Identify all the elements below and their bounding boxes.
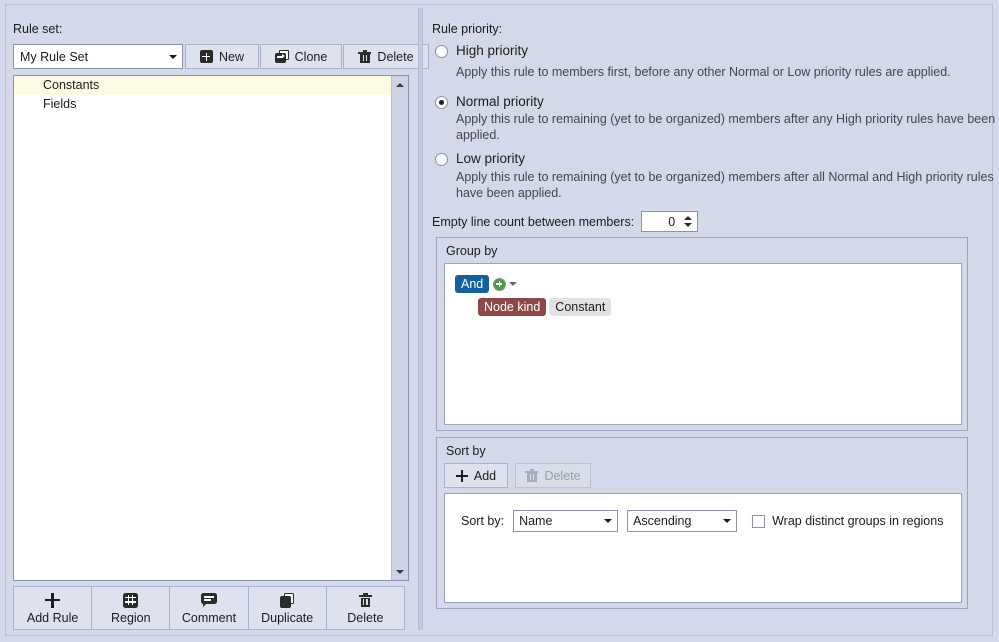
radio-icon[interactable]	[435, 96, 448, 109]
sort-field-combo[interactable]: Name	[513, 510, 619, 532]
rule-set-panel: Rule set: My Rule Set New Clone Delete C…	[9, 8, 429, 630]
delete-rule-set-button[interactable]: Delete	[343, 44, 429, 69]
add-condition-button[interactable]	[493, 275, 517, 293]
radio-normal-priority-description: Apply this rule to remaining (yet to be …	[456, 112, 996, 142]
new-rule-set-label: New	[218, 49, 244, 64]
region-label: Region	[110, 610, 151, 625]
duplicate-icon	[280, 592, 295, 609]
trash-icon	[358, 592, 372, 609]
rule-editor-window: Rule set: My Rule Set New Clone Delete C…	[0, 0, 999, 642]
rule-set-combo[interactable]: My Rule Set	[13, 44, 183, 69]
add-rule-label: Add Rule	[26, 610, 79, 625]
rule-details-panel: Rule priority: High priority Apply this …	[428, 8, 995, 630]
radio-high-priority-description: Apply this rule to members first, before…	[456, 65, 951, 79]
comment-icon	[200, 592, 217, 609]
rules-list-scrollbar[interactable]	[391, 76, 408, 580]
empty-line-count-row: Empty line count between members: 0	[432, 211, 699, 232]
comment-button[interactable]: Comment	[169, 586, 249, 630]
empty-line-count-value: 0	[668, 214, 676, 229]
wrap-distinct-groups-checkbox-row[interactable]: Wrap distinct groups in regions	[752, 514, 943, 528]
scroll-up-icon[interactable]	[392, 76, 408, 93]
rules-toolbar: Add Rule Region Comment Duplicate Delete	[13, 586, 409, 630]
list-item[interactable]: Constants	[14, 76, 408, 95]
chevron-down-icon[interactable]	[509, 282, 517, 286]
panel-splitter[interactable]	[418, 8, 423, 630]
stepper-up-icon[interactable]	[683, 216, 692, 220]
delete-rule-button[interactable]: Delete	[325, 586, 405, 630]
sort-add-label: Add	[473, 468, 497, 483]
chevron-down-icon	[599, 511, 617, 531]
add-rule-button[interactable]: Add Rule	[13, 586, 93, 630]
radio-low-priority-description: Apply this rule to remaining (yet to be …	[456, 170, 994, 200]
duplicate-label: Duplicate	[261, 610, 314, 625]
clone-rule-set-label: Clone	[294, 49, 328, 64]
trash-icon	[358, 49, 372, 64]
clone-icon	[274, 50, 289, 63]
duplicate-button[interactable]: Duplicate	[247, 586, 327, 630]
plus-icon	[45, 592, 61, 609]
group-by-condition-row[interactable]: Node kind Constant	[478, 298, 612, 316]
delete-rule-label: Delete	[347, 610, 384, 625]
sort-by-panel: Sort by Add Delete Sort by: Name Ascendi…	[436, 437, 968, 609]
sort-delete-label: Delete	[544, 468, 581, 483]
group-by-title: Group by	[446, 244, 498, 258]
sort-delete-button: Delete	[515, 463, 591, 488]
radio-normal-priority-label: Normal priority	[456, 94, 544, 109]
radio-high-priority[interactable]: High priority	[435, 43, 528, 59]
region-icon	[123, 592, 139, 609]
stepper-arrows[interactable]	[680, 212, 697, 231]
sort-direction-combo[interactable]: Ascending	[627, 510, 738, 532]
comment-label: Comment	[181, 610, 237, 625]
sort-field-value: Name	[519, 514, 553, 528]
sort-by-title: Sort by	[446, 444, 486, 458]
rule-set-label: Rule set:	[13, 22, 63, 36]
region-button[interactable]: Region	[91, 586, 171, 630]
radio-normal-priority[interactable]: Normal priority	[435, 94, 544, 110]
wrap-distinct-groups-label: Wrap distinct groups in regions	[772, 514, 944, 528]
trash-icon	[525, 468, 539, 483]
group-by-panel: Group by And Node kind Constant	[436, 237, 968, 431]
sort-by-row: Sort by: Name Ascending Wrap distinct gr…	[461, 510, 943, 532]
stepper-down-icon[interactable]	[683, 223, 692, 227]
rule-set-combo-value: My Rule Set	[20, 49, 89, 64]
plus-icon	[455, 469, 468, 482]
sort-by-row-label: Sort by:	[461, 514, 505, 528]
radio-icon[interactable]	[435, 153, 448, 166]
clone-rule-set-button[interactable]: Clone	[260, 44, 342, 69]
radio-high-priority-label: High priority	[456, 43, 529, 58]
group-by-canvas[interactable]: And Node kind Constant	[444, 263, 962, 425]
group-by-condition-value[interactable]: Constant	[549, 298, 612, 316]
group-by-operator-chip[interactable]: And	[455, 275, 490, 293]
wrap-distinct-groups-checkbox[interactable]	[752, 514, 766, 528]
delete-rule-set-label: Delete	[377, 49, 414, 64]
radio-low-priority[interactable]: Low priority	[435, 151, 525, 167]
sort-add-button[interactable]: Add	[444, 463, 508, 488]
empty-line-count-label: Empty line count between members:	[432, 214, 635, 229]
sort-by-canvas[interactable]: Sort by: Name Ascending Wrap distinct gr…	[444, 493, 962, 603]
plus-circle-icon[interactable]	[493, 277, 506, 291]
rule-priority-label: Rule priority:	[432, 22, 503, 36]
radio-icon[interactable]	[435, 45, 448, 58]
radio-low-priority-label: Low priority	[456, 151, 526, 166]
chevron-down-icon	[718, 511, 736, 531]
rules-listbox[interactable]: Constants Fields	[13, 75, 409, 581]
group-by-condition-key[interactable]: Node kind	[478, 298, 547, 316]
plus-square-icon	[199, 50, 213, 63]
chevron-down-icon	[164, 45, 182, 68]
list-item[interactable]: Fields	[14, 95, 408, 114]
empty-line-count-stepper[interactable]: 0	[641, 211, 699, 232]
scroll-down-icon[interactable]	[392, 563, 408, 580]
new-rule-set-button[interactable]: New	[185, 44, 259, 69]
sort-direction-value: Ascending	[633, 514, 692, 528]
